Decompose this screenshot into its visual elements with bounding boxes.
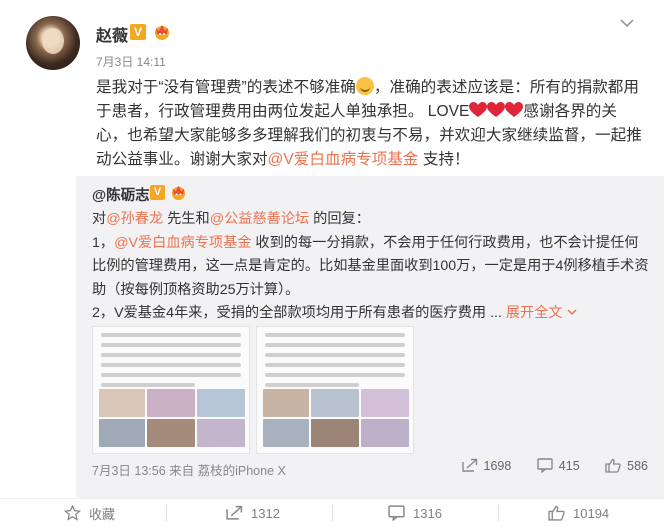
heart-icon <box>505 102 524 117</box>
mention-fund-link[interactable]: @V爱白血病专项基金 <box>114 235 251 251</box>
divider <box>166 505 167 521</box>
expand-full-text-link[interactable]: 展开全文 <box>506 305 577 321</box>
reposted-content[interactable]: @陈砺志 V 对@孙春龙 先生和@公益慈善论坛 的回复： 1，@V爱白血病专项基… <box>76 176 664 498</box>
repost-para2: 2，V爱基金4年来，受捐的全部款项均用于所有患者的医疗费用 ... 展开全文 <box>92 302 650 326</box>
divider <box>498 505 499 521</box>
comment-count: 1316 <box>413 505 442 521</box>
weibo-post-card: 赵薇 V 7月3日 14:11 是我对于“没有管理费”的表述不够准确 ，准确的表述… <box>0 0 664 526</box>
post-timestamp[interactable]: 7月3日 14:11 <box>96 53 166 70</box>
repost-like-count: 586 <box>627 459 648 474</box>
mention-sun-chunlong-link[interactable]: @孙春龙 <box>106 211 163 227</box>
smile-emoji <box>355 77 374 95</box>
expand-label: 展开全文 <box>505 305 563 321</box>
thumbs-up-icon <box>548 505 565 521</box>
repost-count: 1312 <box>251 505 280 521</box>
mention-fund-link[interactable]: @V爱白血病专项基金 <box>268 151 419 168</box>
chevron-down-icon[interactable] <box>620 18 634 28</box>
mention-charity-forum-link[interactable]: @公益慈善论坛 <box>210 211 310 227</box>
comment-icon <box>388 505 405 521</box>
repost-repost-count: 1698 <box>483 459 512 474</box>
avatar[interactable] <box>26 16 80 70</box>
repost-icon <box>461 459 477 472</box>
like-count: 10194 <box>573 505 610 521</box>
star-icon <box>64 505 81 521</box>
repost-text: 对@孙春龙 先生和@公益慈善论坛 的回复： 1，@V爱白血病专项基金 收到的每一… <box>92 208 650 326</box>
post-text-part4: 支持！ <box>418 151 470 168</box>
repost-like-stat[interactable]: 586 <box>605 458 648 473</box>
repost-line1-suffix: 的回复： <box>309 211 370 227</box>
favorite-button[interactable]: 收藏 <box>64 499 115 526</box>
repost-comment-stat[interactable]: 415 <box>537 458 580 474</box>
repost-username[interactable]: @陈砺志 <box>92 184 150 205</box>
image-thumbnail[interactable] <box>256 326 414 454</box>
repost-image-thumbnails <box>92 326 416 454</box>
repost-stats: 1698 415 586 <box>440 458 648 474</box>
repost-button[interactable]: 1312 <box>226 499 280 526</box>
crown-badge-icon <box>155 25 169 40</box>
verified-v-icon: V <box>130 24 146 40</box>
verified-v-icon: V <box>150 185 165 200</box>
favorite-label: 收藏 <box>89 506 116 522</box>
heart-icon <box>469 102 488 117</box>
comment-button[interactable]: 1316 <box>388 499 442 526</box>
repost-line1-prefix: 对 <box>92 211 107 227</box>
repost-line1: 对@孙春龙 先生和@公益慈善论坛 的回复： <box>92 208 650 232</box>
thumbs-up-icon <box>605 459 621 473</box>
repost-repost-stat[interactable]: 1698 <box>461 458 512 474</box>
repost-para1-prefix: 1， <box>92 234 115 251</box>
repost-icon <box>226 505 243 520</box>
post-username[interactable]: 赵薇 <box>96 22 128 46</box>
repost-para1: 1，@V爱白血病专项基金 收到的每一分捐款，不会用于任何行政费用，也不会计提任何… <box>92 232 650 303</box>
post-text-part1: 是我对于“没有管理费”的表述不够准确 <box>96 79 356 96</box>
like-button[interactable]: 10194 <box>548 499 609 526</box>
repost-comment-count: 415 <box>558 459 580 474</box>
repost-line1-mid: 先生和 <box>163 211 210 227</box>
image-thumbnail[interactable] <box>92 326 250 454</box>
comment-icon <box>537 458 553 474</box>
post-body: 是我对于“没有管理费”的表述不够准确 ，准确的表述应该是：所有的捐款都用于患者，行… <box>96 76 642 172</box>
heart-icon <box>487 102 506 117</box>
divider <box>332 505 333 521</box>
repost-para2-text: 2，V爱基金4年来，受捐的全部款项均用于所有患者的医疗费用 ... <box>92 305 502 321</box>
crown-badge-icon <box>171 185 186 200</box>
chevron-down-icon <box>567 309 577 316</box>
post-action-bar: 收藏 1312 1316 10194 <box>0 498 664 526</box>
repost-meta[interactable]: 7月3日 13:56 来自 荔枝的iPhone X <box>92 460 286 479</box>
